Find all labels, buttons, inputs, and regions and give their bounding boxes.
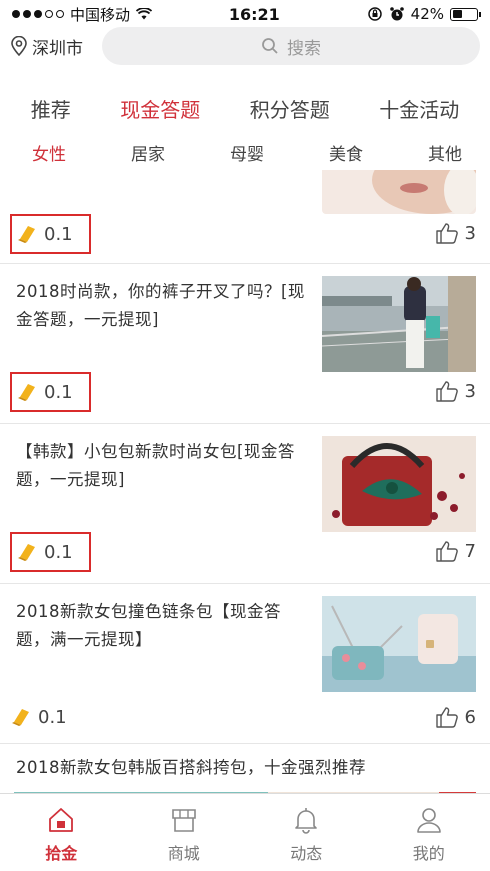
search-icon [262, 38, 278, 54]
item-title: 【韩款】小包包新款时尚女包[现金答题，一元提现] [16, 442, 295, 489]
tab-points-quiz[interactable]: 积分答题 [244, 92, 336, 125]
item-thumbnail [322, 436, 476, 532]
like-count: 7 [464, 540, 476, 562]
subcategory-tabs: 女性 居家 母婴 美食 其他 [0, 140, 490, 165]
like-count: 6 [464, 706, 476, 728]
list-item[interactable]: 【韩款】小包包新款时尚女包[现金答题，一元提现] 0.1 7 [0, 424, 490, 584]
list-item[interactable]: 2018新款女包撞色链条包【现金答题，满一元提现】 0.1 6 [0, 584, 490, 744]
list-item[interactable]: 0.1 3 [0, 170, 490, 264]
tab-gold-activity[interactable]: 十金活动 [373, 92, 465, 125]
reward-amount: 0.1 [38, 706, 67, 728]
person-icon [416, 808, 441, 833]
bottom-nav: 拾金 商城 动态 我的 [0, 793, 490, 871]
thumbs-up-icon [435, 541, 458, 562]
nav-shop[interactable]: 商城 [134, 794, 234, 871]
reward-badge: 0.1 [10, 700, 67, 734]
thumbs-up-icon [435, 381, 458, 402]
subtab-other[interactable]: 其他 [428, 140, 462, 165]
wifi-icon [136, 8, 153, 20]
carrier-label: 中国移动 [70, 5, 131, 24]
reward-badge: 0.1 [10, 372, 91, 412]
reward-badge: 0.1 [10, 214, 91, 254]
gold-bar-icon [12, 709, 29, 726]
reward-amount: 0.1 [44, 541, 73, 563]
gold-bar-icon [18, 384, 35, 401]
subtab-food[interactable]: 美食 [329, 140, 363, 165]
signal-icon [12, 10, 64, 18]
bell-icon [295, 808, 318, 834]
nav-home[interactable]: 拾金 [11, 794, 111, 871]
item-title: 2018时尚款，你的裤子开叉了吗？[现金答题，一元提现] [16, 282, 305, 329]
rotation-lock-icon [367, 7, 382, 21]
item-thumbnail [322, 170, 476, 214]
like-button[interactable]: 3 [435, 222, 476, 244]
item-title: 2018新款女包撞色链条包【现金答题，满一元提现】 [16, 602, 281, 649]
tab-recommend[interactable]: 推荐 [25, 92, 77, 125]
tab-cash-quiz[interactable]: 现金答题 [114, 92, 206, 125]
subtab-home[interactable]: 居家 [131, 140, 165, 165]
reward-badge: 0.1 [10, 532, 91, 572]
header: 深圳市 搜索 [0, 27, 490, 65]
item-thumbnail [322, 276, 476, 372]
nav-label: 我的 [412, 844, 445, 863]
subtab-baby[interactable]: 母婴 [230, 140, 264, 165]
list-item[interactable]: 2018时尚款，你的裤子开叉了吗？[现金答题，一元提现] 0.1 3 [0, 264, 490, 424]
item-thumbnail [322, 596, 476, 692]
search-bar[interactable]: 搜索 [102, 27, 480, 65]
item-title: 2018新款女包韩版百搭斜挎包，十金强烈推荐 [16, 758, 366, 777]
nav-label: 动态 [290, 844, 323, 863]
alarm-icon [389, 7, 404, 21]
gold-bar-icon [18, 226, 35, 243]
list-item[interactable]: 2018新款女包韩版百搭斜挎包，十金强烈推荐 [0, 744, 490, 793]
location-pin-icon [11, 36, 27, 56]
reward-amount: 0.1 [44, 223, 73, 245]
like-button[interactable]: 7 [435, 540, 476, 562]
battery-icon [450, 7, 481, 21]
thumbs-up-icon [435, 223, 458, 244]
location-selector[interactable]: 深圳市 [10, 34, 100, 59]
nav-label: 拾金 [45, 844, 78, 863]
thumbs-up-icon [435, 707, 458, 728]
question-list: 0.1 3 2018时尚款，你的裤子开叉了吗？[现金答题，一元提现] 0.1 3… [0, 170, 490, 793]
like-button[interactable]: 3 [435, 380, 476, 402]
gold-bar-icon [18, 544, 35, 561]
reward-amount: 0.1 [44, 381, 73, 403]
like-count: 3 [464, 380, 476, 402]
nav-profile[interactable]: 我的 [379, 794, 479, 871]
like-count: 3 [464, 222, 476, 244]
status-time: 16:21 [228, 4, 280, 24]
status-bar: 中国移动 16:21 42% [0, 0, 490, 28]
category-tabs: 推荐 现金答题 积分答题 十金活动 [0, 92, 490, 125]
shop-icon [171, 809, 196, 832]
battery-percent: 42% [410, 5, 444, 23]
nav-updates[interactable]: 动态 [256, 794, 356, 871]
location-label: 深圳市 [32, 38, 83, 59]
home-icon [49, 808, 74, 832]
subtab-women[interactable]: 女性 [32, 140, 66, 165]
like-button[interactable]: 6 [435, 706, 476, 728]
nav-label: 商城 [167, 844, 200, 863]
search-placeholder: 搜索 [287, 38, 321, 59]
